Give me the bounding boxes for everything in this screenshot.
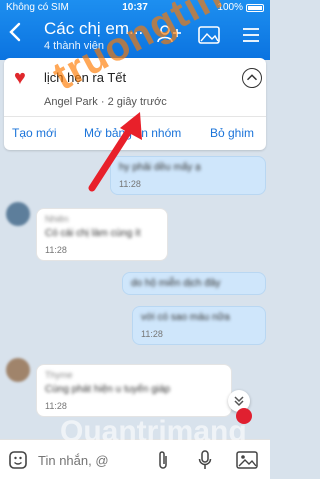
attachment-icon[interactable] (156, 450, 170, 470)
pinned-note-title: lịch hẹn ra Tết (44, 70, 127, 85)
sender-name: Thyme (45, 370, 73, 380)
message-bubble[interactable]: do hộ miễn dịch đây (122, 272, 266, 295)
message-time: 11:28 (45, 245, 67, 255)
avatar[interactable] (6, 358, 30, 382)
chat-title[interactable]: Các chị em... (44, 19, 143, 39)
message-bubble[interactable]: với có sao máu nữa 11:28 (132, 306, 266, 345)
message-bubble[interactable]: Nhiên Có cái chị làm cùng ít 11:28 (36, 208, 168, 261)
heart-icon: ♥ (14, 67, 26, 89)
sender-name: Nhiên (45, 214, 69, 224)
message-time: 11:28 (45, 401, 67, 411)
message-text: với có sao máu nữa (141, 312, 230, 323)
battery-percent: 100% (217, 2, 243, 13)
message-input[interactable] (38, 450, 138, 470)
menu-icon[interactable] (242, 26, 260, 44)
message-bubble[interactable]: Thyme Cùng phát hiện u tuyến giáp 11:28 (36, 364, 232, 417)
gallery-icon[interactable] (198, 26, 220, 44)
member-count: 4 thành viên (44, 40, 104, 52)
message-text: Có cái chị làm cùng ít (45, 228, 141, 239)
heart-reaction-icon[interactable] (236, 408, 252, 424)
message-text: do hộ miễn dịch đây (131, 278, 221, 289)
create-new-button[interactable]: Tạo mới (12, 126, 57, 140)
avatar[interactable] (6, 202, 30, 226)
message-text: Cùng phát hiện u tuyến giáp (45, 384, 171, 395)
unpin-button[interactable]: Bỏ ghim (210, 126, 254, 140)
microphone-icon[interactable] (198, 450, 212, 470)
battery-icon (246, 3, 264, 12)
chevron-up-icon[interactable] (242, 68, 262, 88)
back-arrow-icon[interactable] (8, 22, 22, 42)
message-input-bar (0, 439, 270, 479)
chat-header: Không có SIM 10:37 100% Các chị em... 4 … (0, 0, 270, 60)
image-icon[interactable] (236, 451, 258, 469)
status-bar: Không có SIM 10:37 100% (0, 2, 270, 16)
annotation-arrow-icon (88, 112, 142, 192)
message-time: 11:28 (141, 329, 163, 339)
battery-status: 100% (217, 2, 264, 13)
sticker-icon[interactable] (8, 450, 28, 470)
add-member-icon[interactable] (156, 24, 182, 44)
